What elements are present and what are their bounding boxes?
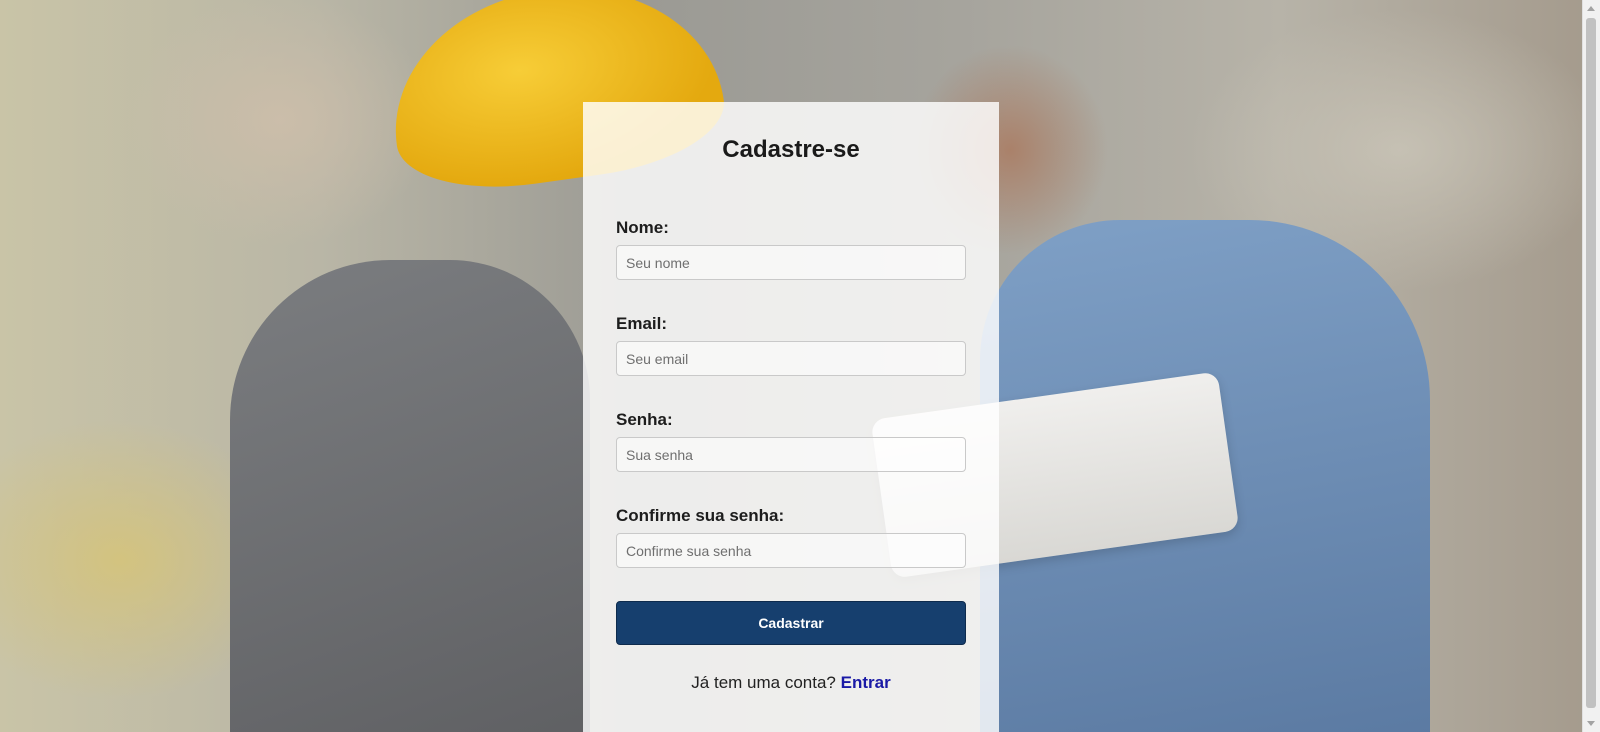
signup-form: Cadastre-se Nome: Email: Senha: Confirme… xyxy=(583,102,999,732)
password-label: Senha: xyxy=(616,410,673,429)
scroll-down-arrow-icon[interactable] xyxy=(1587,721,1595,726)
email-label: Email: xyxy=(616,314,668,333)
name-field-group: Nome: xyxy=(616,218,966,280)
confirm-password-label: Confirme sua senha: xyxy=(616,506,785,525)
name-input[interactable] xyxy=(616,245,966,280)
vertical-scrollbar[interactable] xyxy=(1582,0,1600,732)
password-field-group: Senha: xyxy=(616,410,966,472)
register-button[interactable]: Cadastrar xyxy=(616,601,966,645)
login-prompt-line: Já tem uma conta? Entrar xyxy=(616,673,966,693)
confirm-password-input[interactable] xyxy=(616,533,966,568)
scroll-up-arrow-icon[interactable] xyxy=(1587,6,1595,11)
login-link[interactable]: Entrar xyxy=(841,673,891,692)
name-label: Nome: xyxy=(616,218,669,237)
email-input[interactable] xyxy=(616,341,966,376)
email-field-group: Email: xyxy=(616,314,966,376)
worker-left-image xyxy=(230,260,590,732)
page-title: Cadastre-se xyxy=(722,136,860,163)
password-input[interactable] xyxy=(616,437,966,472)
scrollbar-thumb[interactable] xyxy=(1586,18,1596,708)
confirm-password-field-group: Confirme sua senha: xyxy=(616,506,966,568)
login-prompt-text: Já tem uma conta? xyxy=(691,673,836,692)
signup-page: Cadastre-se Nome: Email: Senha: Confirme… xyxy=(0,0,1600,732)
